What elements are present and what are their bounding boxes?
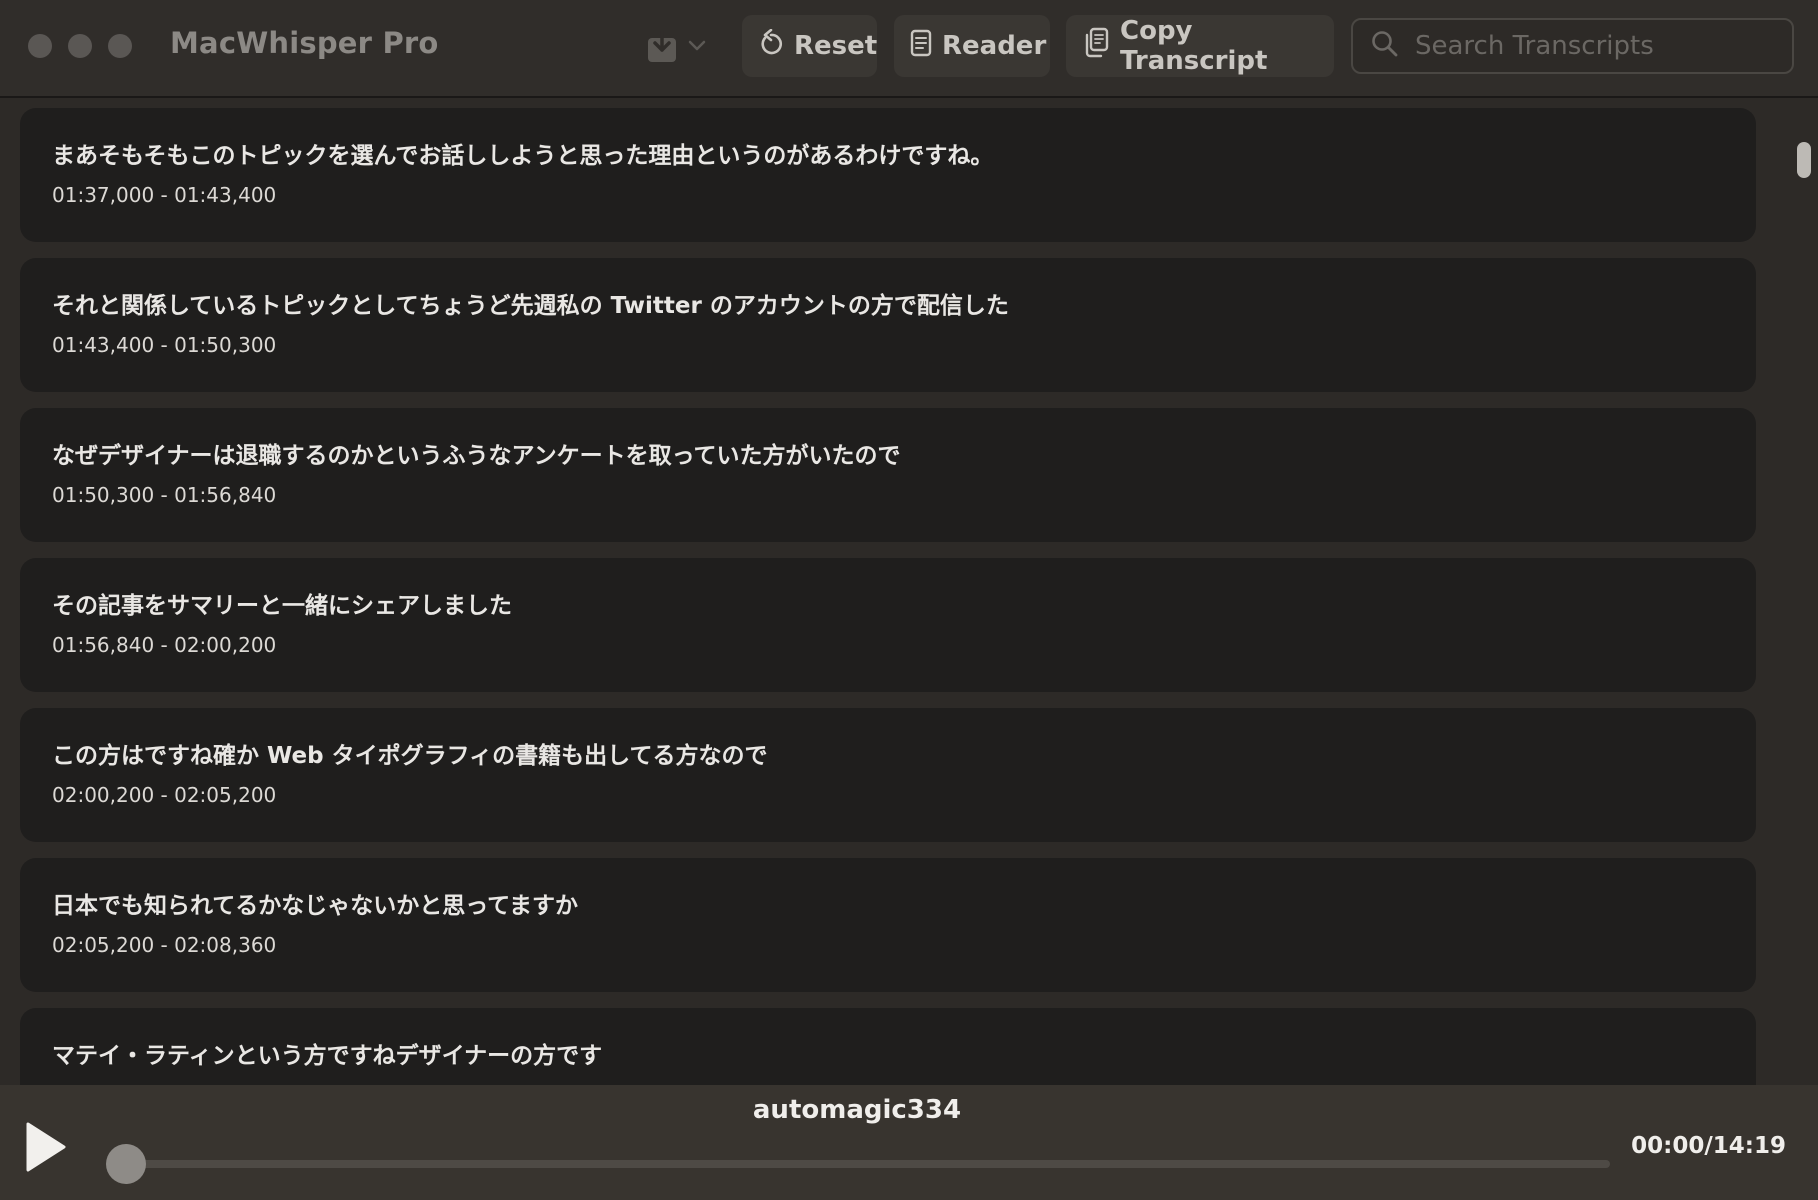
segment-timestamp: 01:37,000 - 01:43,400: [52, 183, 277, 207]
reset-arrow-icon: [758, 28, 784, 64]
copy-transcript-label: Copy Transcript: [1120, 16, 1268, 76]
time-readout: 00:00/14:19: [1631, 1133, 1786, 1159]
track-name: automagic334: [752, 1095, 962, 1125]
segment-text: まあそもそもこのトピックを選んでお話ししようと思った理由というのがあるわけですね…: [52, 143, 994, 169]
search-input[interactable]: [1413, 30, 1757, 62]
transcript-segment[interactable]: それと関係しているトピックとしてちょうど先週私の Twitter のアカウントの…: [20, 258, 1756, 392]
document-icon: [910, 29, 932, 64]
reader-button-label: Reader: [942, 31, 1047, 61]
transcript-scrollbar[interactable]: [1788, 100, 1818, 1085]
segment-text: マテイ・ラティンという方ですねデザイナーの方です: [52, 1043, 603, 1069]
playback-scrubber-knob[interactable]: [106, 1144, 146, 1184]
segment-timestamp: 02:05,200 - 02:08,360: [52, 933, 277, 957]
export-menu-button[interactable]: [646, 26, 716, 66]
transcript-list[interactable]: まあそもそもこのトピックを選んでお話ししようと思った理由というのがあるわけですね…: [0, 100, 1818, 1085]
segment-timestamp: 01:56,840 - 02:00,200: [52, 633, 277, 657]
segment-timestamp: 01:43,400 - 01:50,300: [52, 333, 277, 357]
player-bar: automagic334 00:00/14:19: [0, 1085, 1818, 1200]
segment-text: この方はですね確か Web タイポグラフィの書籍も出してる方なので: [52, 743, 768, 769]
zoom-window-button[interactable]: [108, 34, 132, 58]
reset-button-label: Reset: [794, 31, 878, 61]
app-window: MacWhisper Pro Reset Reader Copy Transcr…: [0, 0, 1818, 1200]
play-icon: [24, 1122, 68, 1177]
search-icon: [1371, 30, 1399, 62]
segment-timestamp: 02:00,200 - 02:05,200: [52, 783, 277, 807]
window-title: MacWhisper Pro: [170, 26, 439, 60]
transcript-segment[interactable]: 日本でも知られてるかなじゃないかと思ってますか 02:05,200 - 02:0…: [20, 858, 1756, 992]
search-field[interactable]: [1351, 18, 1794, 74]
reader-button[interactable]: Reader: [894, 15, 1050, 77]
transcript-segment[interactable]: まあそもそもこのトピックを選んでお話ししようと思った理由というのがあるわけですね…: [20, 108, 1756, 242]
copy-documents-icon: [1082, 27, 1110, 66]
minimize-window-button[interactable]: [68, 34, 92, 58]
segment-text: それと関係しているトピックとしてちょうど先週私の Twitter のアカウントの…: [52, 293, 1009, 319]
segment-text: 日本でも知られてるかなじゃないかと思ってますか: [52, 893, 579, 919]
transcript-segment[interactable]: なぜデザイナーは退職するのかというふうなアンケートを取っていた方がいたので 01…: [20, 408, 1756, 542]
transcript-segment[interactable]: マテイ・ラティンという方ですねデザイナーの方です: [20, 1008, 1756, 1085]
play-button[interactable]: [24, 1121, 68, 1173]
copy-transcript-button[interactable]: Copy Transcript: [1066, 15, 1334, 77]
close-window-button[interactable]: [28, 34, 52, 58]
toolbar: MacWhisper Pro Reset Reader Copy Transcr…: [0, 0, 1818, 98]
segment-timestamp: 01:50,300 - 01:56,840: [52, 483, 277, 507]
segment-text: なぜデザイナーは退職するのかというふうなアンケートを取っていた方がいたので: [52, 443, 901, 469]
transcript-segment[interactable]: この方はですね確か Web タイポグラフィの書籍も出してる方なので 02:00,…: [20, 708, 1756, 842]
playback-progress-bar[interactable]: [108, 1160, 1610, 1168]
reset-button[interactable]: Reset: [742, 15, 877, 77]
transcript-segment[interactable]: その記事をサマリーと一緒にシェアしました 01:56,840 - 02:00,2…: [20, 558, 1756, 692]
chevron-down-icon: [688, 40, 706, 52]
segment-text: その記事をサマリーと一緒にシェアしました: [52, 593, 512, 619]
scrollbar-thumb[interactable]: [1797, 142, 1811, 178]
export-tray-icon: [646, 28, 678, 64]
